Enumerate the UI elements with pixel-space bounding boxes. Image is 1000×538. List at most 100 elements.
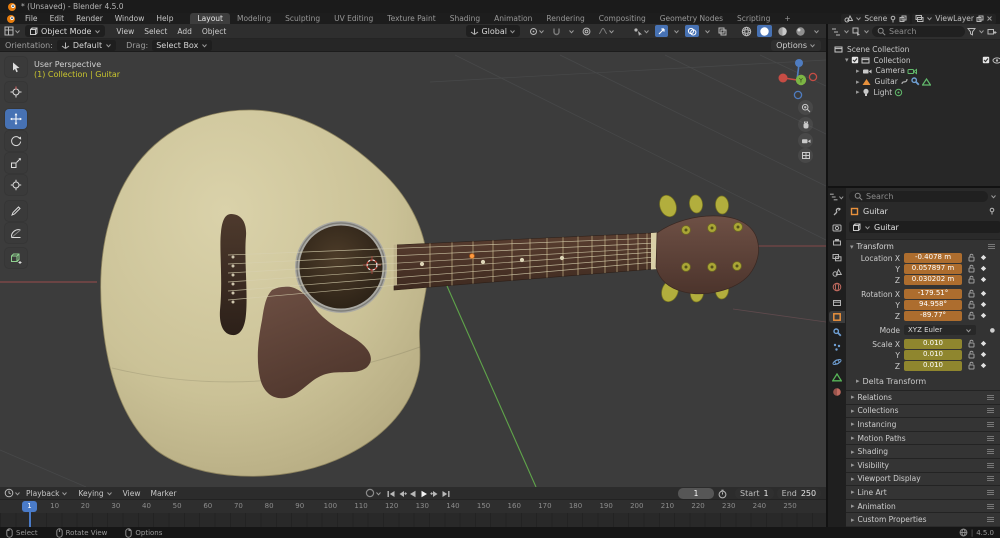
tab-texture-paint[interactable]: Texture Paint [380,13,442,24]
outliner-row-camera[interactable]: ▸Camera [828,66,1000,77]
panel-relations[interactable]: ▸Relations [846,390,1000,404]
tab-rendering[interactable]: Rendering [539,13,591,24]
perspective-toggle-button[interactable] [798,148,813,163]
viewlayer-selector[interactable]: ViewLayer [912,14,996,24]
jump-to-end-button[interactable] [441,488,451,499]
tab-scripting[interactable]: Scripting [730,13,777,24]
properties-tab-particles[interactable] [829,341,845,353]
editor-type-icon[interactable] [829,191,845,203]
location-x-field[interactable]: -0.4078 m [904,253,962,263]
tool-scale-button[interactable] [5,153,27,173]
timeline-ruler[interactable]: 1020304050607080901001101201301401501601… [0,500,826,514]
properties-search-input[interactable]: Search [849,191,988,202]
shading-solid-button[interactable] [757,25,772,37]
outliner-row-scene-collection[interactable]: Scene Collection [828,44,1000,55]
lock-icon[interactable] [965,339,977,350]
properties-tab-render[interactable] [829,221,845,233]
menu-render[interactable]: Render [71,13,108,24]
keyframe-diamond-icon[interactable] [977,339,989,350]
panel-animation[interactable]: ▸Animation [846,499,1000,513]
menu-edit[interactable]: Edit [45,13,70,24]
viewport-menu-select[interactable]: Select [139,27,172,36]
proportional-falloff-button[interactable] [596,25,617,37]
wrench-badge-icon[interactable] [911,77,920,86]
shading-wireframe-button[interactable] [739,25,754,37]
lock-icon[interactable] [965,300,977,311]
keyframe-diamond-icon[interactable] [977,275,989,286]
drag-mode-dropdown[interactable]: Select Box [152,40,212,51]
panel-motion-paths[interactable]: ▸Motion Paths [846,431,1000,445]
add-workspace-button[interactable]: + [777,13,797,24]
previous-keyframe-button[interactable] [397,488,407,499]
viewport-menu-view[interactable]: View [111,27,139,36]
panel-line-art[interactable]: ▸Line Art [846,485,1000,499]
transform-orientation-dropdown[interactable]: Global [466,25,520,37]
tool-rotate-button[interactable] [5,131,27,151]
jump-to-start-button[interactable] [386,488,396,499]
properties-tab-output[interactable] [829,236,845,248]
gizmo-x-neg-axis[interactable] [809,73,816,80]
properties-tab-collection[interactable] [829,296,845,308]
panel-collections[interactable]: ▸Collections [846,404,1000,418]
expander-icon[interactable]: ▸ [856,78,860,86]
z-field[interactable]: 0.030202 m [904,275,962,285]
camdata-badge-icon[interactable] [907,67,917,75]
properties-tab-tool[interactable] [829,206,845,218]
keyframe-diamond-icon[interactable] [977,361,989,372]
outliner-row-light[interactable]: ▸Light [828,87,1000,98]
viewport-canvas[interactable]: User Perspective (1) Collection | Guitar… [0,52,826,487]
properties-tab-scene[interactable] [829,266,845,278]
tool-add-cube-button[interactable] [5,248,27,268]
transform-panel-header[interactable]: ▾ Transform [846,240,1000,253]
properties-tab-data[interactable] [829,371,845,383]
filter-icon[interactable] [967,27,976,36]
shading-rendered-button[interactable] [793,25,808,37]
rotation-mode-dropdown[interactable]: XYZ Euler [904,325,976,335]
outliner-item-label[interactable]: Scene Collection [847,45,909,54]
object-name-field[interactable]: Guitar [849,221,1000,233]
next-keyframe-button[interactable] [430,488,440,499]
menu-help[interactable]: Help [151,13,178,24]
outliner-item-label[interactable]: Guitar [875,77,898,86]
timeline-menu-view[interactable]: View [118,489,146,498]
guitar-object[interactable] [101,110,759,476]
keyframe-diamond-icon[interactable] [977,264,989,275]
outliner-item-label[interactable]: Collection [874,56,911,65]
new-collection-icon[interactable] [987,27,997,36]
camera-view-button[interactable] [798,133,813,148]
scene-selector[interactable]: Scene [841,14,910,24]
tab-sculpting[interactable]: Sculpting [278,13,327,24]
overlay-options-button[interactable] [702,25,713,37]
lock-icon[interactable] [965,289,977,300]
snap-toggle-button[interactable] [550,25,563,37]
show-overlays-button[interactable] [685,25,699,37]
checkbox-icon[interactable] [982,56,990,64]
lock-icon[interactable] [965,275,977,286]
editor-type-icon[interactable] [4,488,14,498]
properties-tab-object[interactable] [829,311,845,323]
keyframe-diamond-icon[interactable] [977,350,989,361]
delta-transform-panel-header[interactable]: ▸ Delta Transform [846,375,1000,387]
show-gizmo-button[interactable] [655,25,668,37]
options-dropdown[interactable]: Options [771,40,821,51]
shading-options-button[interactable] [811,25,822,37]
panel-custom-properties[interactable]: ▸Custom Properties [846,512,1000,526]
snap-options-button[interactable] [566,25,577,37]
properties-tab-material[interactable] [829,386,845,398]
tab-animation[interactable]: Animation [487,13,539,24]
y-field[interactable]: 0.057897 m [904,264,962,274]
gizmo-options-button[interactable] [671,25,682,37]
tool-move-button[interactable] [5,109,27,129]
stopwatch-icon[interactable] [718,489,727,499]
properties-tab-world[interactable] [829,281,845,293]
navigation-gizmo[interactable]: Y [770,54,826,104]
playhead[interactable]: 1 [22,501,37,512]
tab-shading[interactable]: Shading [443,13,487,24]
new-scene-icon[interactable] [899,15,907,23]
expander-icon[interactable]: ▾ [845,56,849,64]
tool-annotate-button[interactable] [5,201,27,221]
editor-type-icon[interactable] [4,26,14,36]
lock-icon[interactable] [965,264,977,275]
z-field[interactable]: 0.010 [904,361,962,371]
zoom-button[interactable] [798,100,813,115]
